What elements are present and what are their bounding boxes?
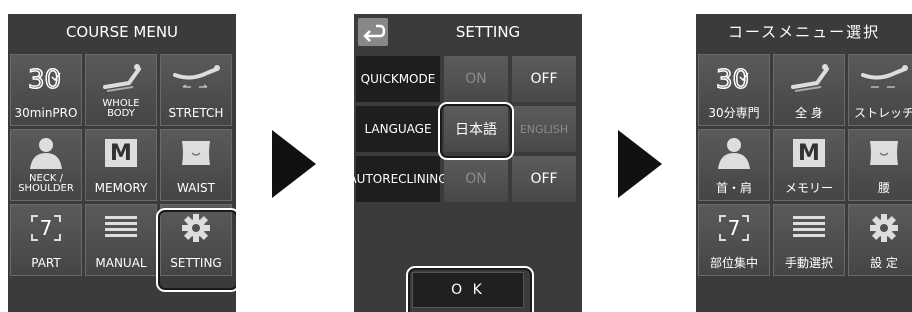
tile-manual[interactable]: MANUAL: [85, 204, 157, 276]
tile-whole-body[interactable]: 全 身: [773, 54, 845, 126]
label-line2: SHOULDER: [18, 183, 74, 194]
neck-shoulder-icon: [11, 136, 81, 170]
arrow-right-icon: [618, 130, 662, 198]
part-icon: 7: [11, 211, 81, 245]
tile-neck-shoulder[interactable]: 首・肩: [698, 129, 770, 201]
tile-neck-shoulder[interactable]: NECK / SHOULDER: [10, 129, 82, 201]
course-grid: 30 30分専門 全 身 ストレッチ 首・肩 M メモリー 腰 7 部位集中 手…: [698, 54, 912, 276]
setting-label: AUTORECLINING: [354, 156, 448, 202]
memory-m-icon: M: [86, 136, 156, 170]
manual-lines-icon: [86, 211, 156, 245]
tile-label: メモリー: [784, 181, 833, 195]
tile-label: MANUAL: [95, 256, 147, 270]
quick-mode-off-button[interactable]: OFF: [512, 56, 576, 102]
panel-title: SETTING: [455, 23, 521, 41]
tile-label: 設 定: [870, 256, 898, 270]
setting-row-quick-mode: QUICK MODE ON OFF: [356, 56, 582, 102]
memory-m-glyph: M: [793, 139, 825, 167]
label-line2: RECLINING: [382, 171, 448, 186]
language-english-button[interactable]: ENGLISH: [512, 106, 576, 152]
label-line2: MODE: [398, 71, 436, 86]
panel-title: COURSE MENU: [65, 23, 179, 41]
setting-label: QUICK MODE: [356, 56, 440, 102]
tile-30min[interactable]: 30 30分専門: [698, 54, 770, 126]
tile-label: WHOLE BODY: [86, 99, 156, 119]
waist-icon: [849, 136, 912, 170]
tile-label: 手動選択: [784, 256, 833, 270]
setting-panel: SETTING QUICK MODE ON OFF LANGUAGE 日本語 EN…: [354, 14, 582, 312]
memory-m-icon: M: [774, 136, 844, 170]
tile-label: MEMORY: [94, 181, 148, 195]
tile-manual[interactable]: 手動選択: [773, 204, 845, 276]
tile-label: WAIST: [177, 181, 215, 195]
manual-lines-icon: [774, 211, 844, 245]
part-icon: 7: [699, 211, 769, 245]
tile-part[interactable]: 7 PART: [10, 204, 82, 276]
gear-icon: [849, 211, 912, 245]
tile-label: ストレッチ: [853, 106, 912, 120]
selection-highlight: [156, 208, 236, 292]
tile-part[interactable]: 7 部位集中: [698, 204, 770, 276]
stretch-icon: [161, 61, 231, 95]
30min-pro-icon: 30: [11, 61, 81, 95]
tile-label: 全 身: [795, 106, 823, 120]
tile-stretch[interactable]: STRETCH: [160, 54, 232, 126]
memory-m-glyph: M: [105, 139, 137, 167]
return-arrow-icon: [363, 24, 386, 42]
label-line1: QUICK: [360, 71, 399, 86]
tile-label: 部位集中: [709, 256, 758, 270]
arrow-right-icon: [272, 130, 316, 198]
tile-whole-body[interactable]: WHOLE BODY: [85, 54, 157, 126]
auto-reclining-off-button[interactable]: OFF: [512, 156, 576, 202]
selection-highlight: [406, 266, 534, 312]
tile-30minpro[interactable]: 30 30minPRO: [10, 54, 82, 126]
part-glyph: 7: [39, 216, 53, 240]
setting-label: LANGUAGE: [356, 106, 440, 152]
auto-reclining-on-button[interactable]: ON: [444, 156, 508, 202]
quick-mode-on-button[interactable]: ON: [444, 56, 508, 102]
label-line1: AUTO: [354, 171, 383, 186]
label-line2: BODY: [107, 108, 135, 119]
tile-waist[interactable]: WAIST: [160, 129, 232, 201]
tile-label: PART: [31, 256, 61, 270]
tile-label: 首・肩: [715, 181, 752, 195]
tile-memory[interactable]: M メモリー: [773, 129, 845, 201]
selection-highlight: [438, 102, 514, 160]
back-button[interactable]: [358, 18, 388, 46]
tile-setting[interactable]: 設 定: [848, 204, 912, 276]
tile-label: NECK / SHOULDER: [11, 174, 81, 194]
setting-row-auto-reclining: AUTORECLINING ON OFF: [354, 156, 582, 202]
tile-label: 腰: [877, 181, 890, 195]
neck-shoulder-icon: [699, 136, 769, 170]
whole-body-icon: [86, 61, 156, 95]
course-menu-panel-en: COURSE MENU 30 30minPRO WHOLE BODY STRETC…: [8, 14, 236, 312]
whole-body-icon: [774, 61, 844, 95]
tile-waist[interactable]: 腰: [848, 129, 912, 201]
tile-memory[interactable]: M MEMORY: [85, 129, 157, 201]
30min-pro-icon: 30: [699, 61, 769, 95]
waist-icon: [161, 136, 231, 170]
panel-title: コースメニュー選択: [727, 23, 881, 41]
tile-label: 30分専門: [708, 106, 760, 120]
tile-label: STRETCH: [168, 106, 224, 120]
tile-stretch[interactable]: ストレッチ: [848, 54, 912, 126]
tile-label: 30minPRO: [14, 106, 78, 120]
setting-header: SETTING: [354, 14, 582, 50]
course-menu-panel-jp: コースメニュー選択 30 30分専門 全 身 ストレッチ 首・肩 M メモリー …: [696, 14, 912, 312]
part-glyph: 7: [727, 216, 741, 240]
stretch-icon: [849, 61, 912, 95]
